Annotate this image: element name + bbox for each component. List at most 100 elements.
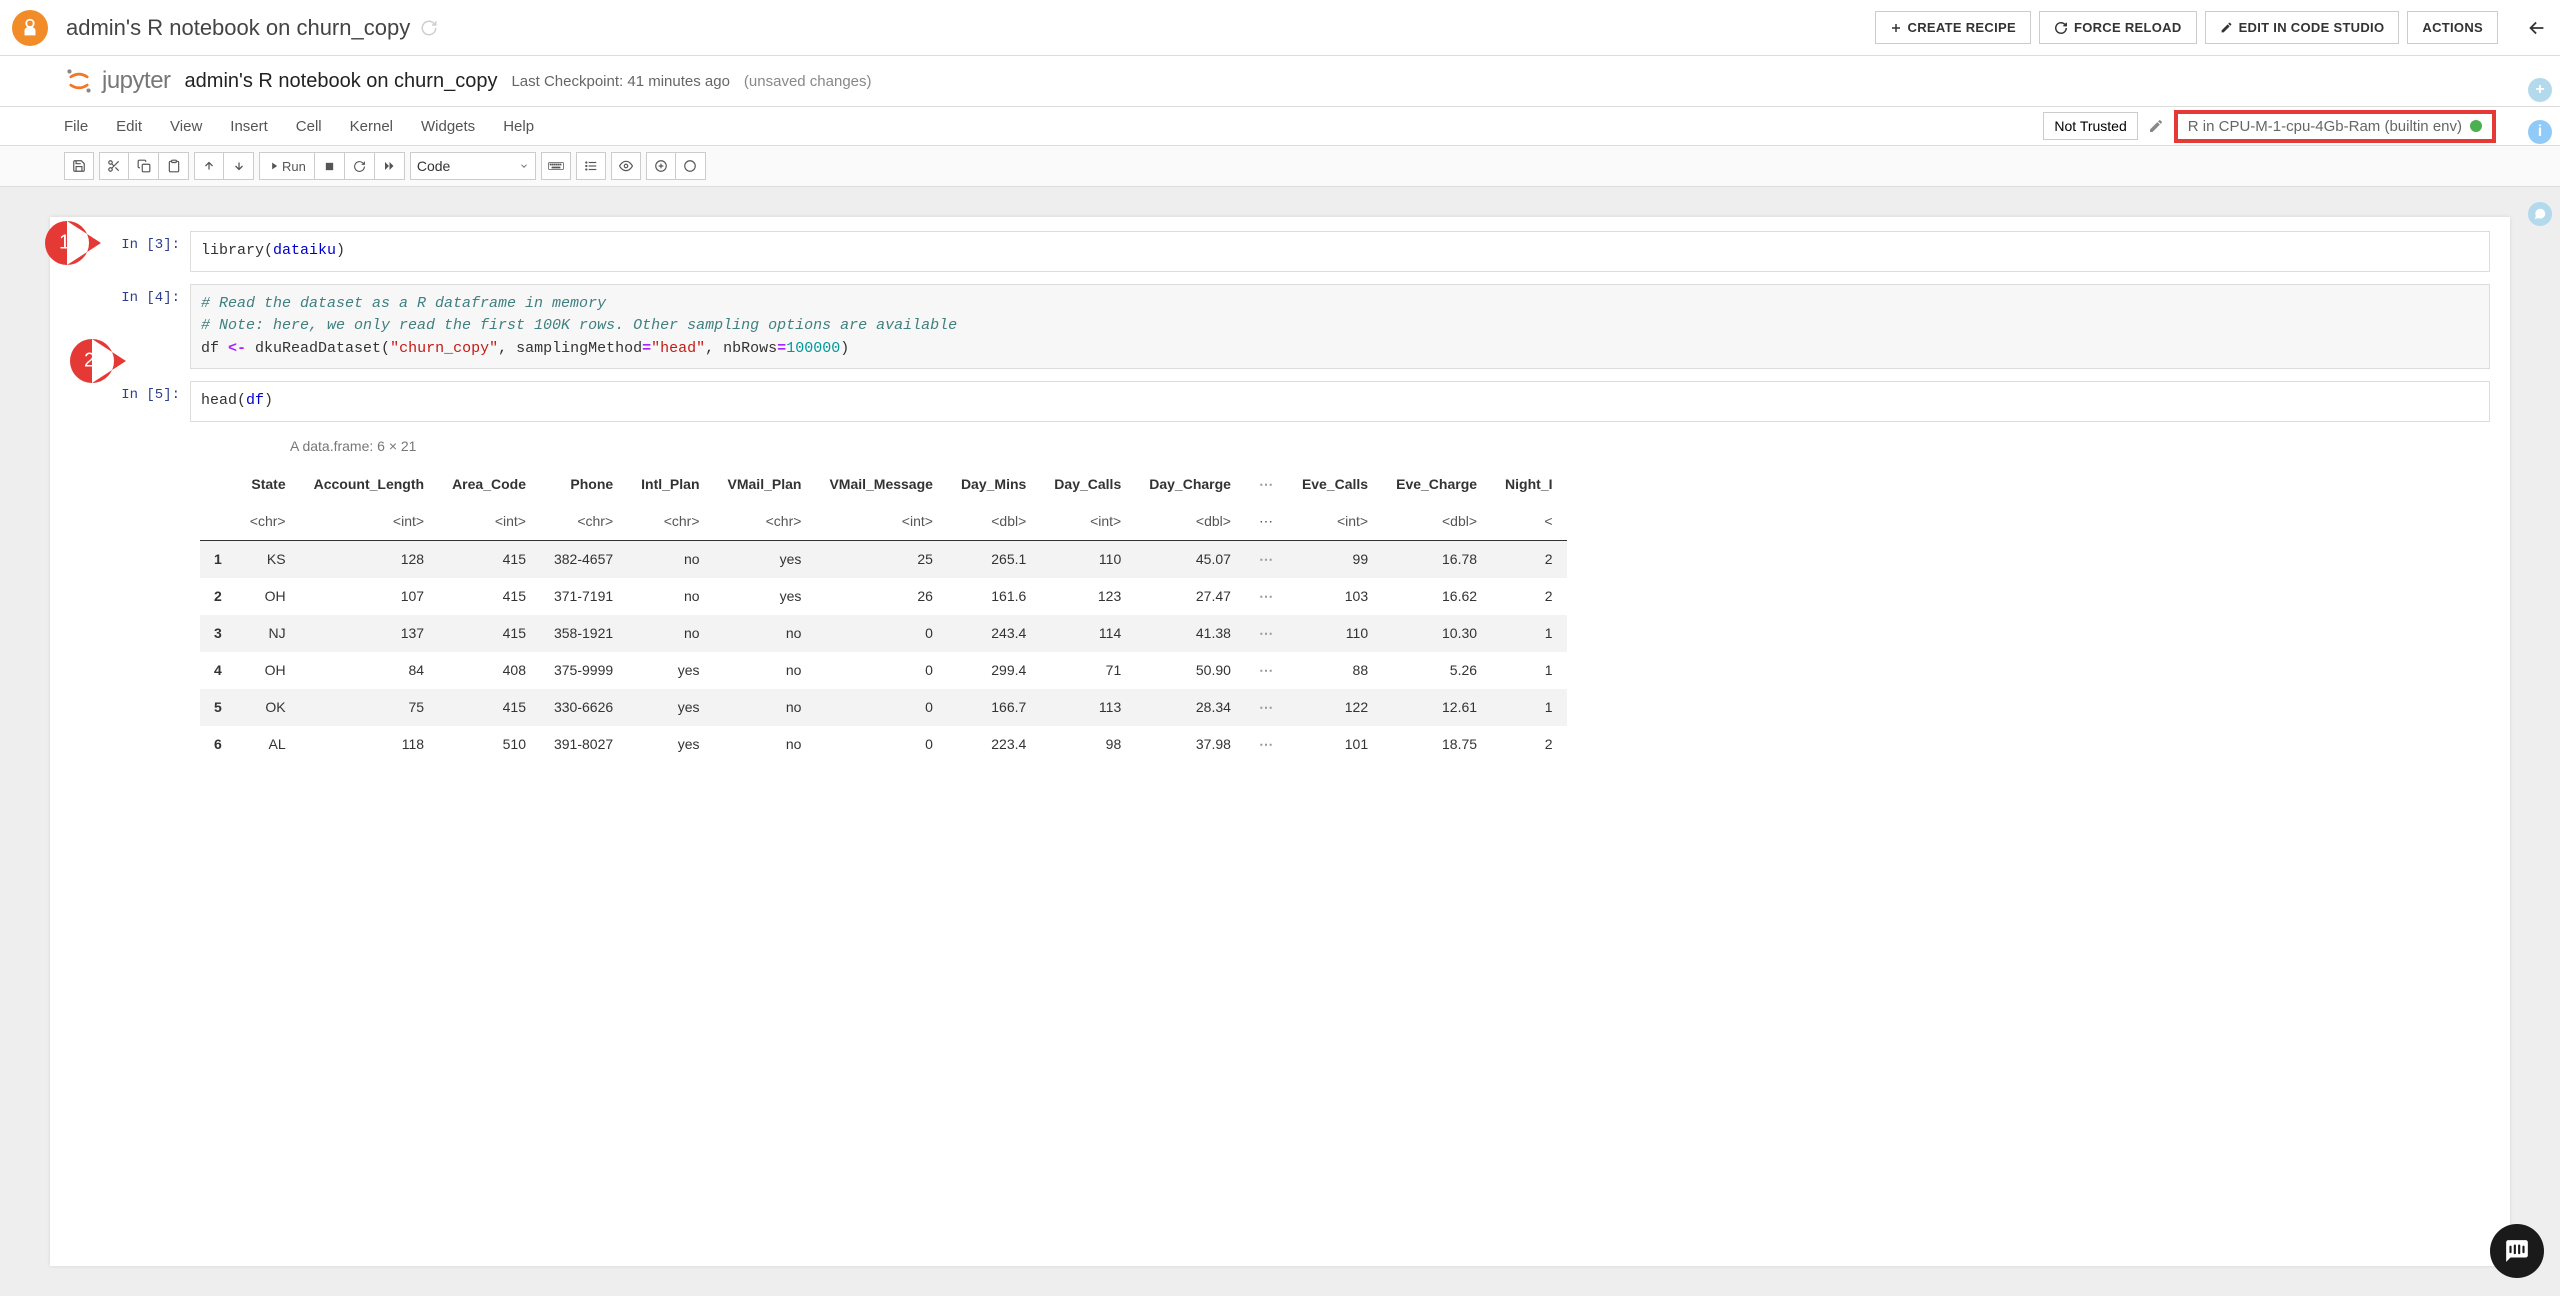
code-input-5[interactable]: head(df) (190, 381, 2490, 422)
outputs-button[interactable] (576, 152, 606, 180)
notebook-name[interactable]: admin's R notebook on churn_copy (185, 70, 498, 93)
copy-icon (137, 159, 151, 173)
annotation-badge-1: 1 (45, 221, 101, 265)
right-rail: + i (2528, 78, 2552, 226)
rail-chat-icon[interactable] (2528, 202, 2552, 226)
actions-label: ACTIONS (2422, 20, 2483, 35)
table-row: 1KS128415382-4657noyes25265.111045.07⋯99… (200, 540, 1567, 578)
notebook-title-text: admin's R notebook on churn_copy (66, 15, 410, 41)
code-cell-5[interactable]: In [5]: head(df) (50, 377, 2510, 426)
run-icon (268, 161, 278, 171)
unsaved-indicator: (unsaved changes) (744, 73, 872, 90)
cut-button[interactable] (99, 152, 129, 180)
checkpoint-text: Last Checkpoint: 41 minutes ago (511, 73, 729, 90)
cut-icon (107, 159, 121, 173)
force-reload-button[interactable]: FORCE RELOAD (2039, 11, 2197, 44)
notebook-title-bar: admin's R notebook on churn_copy (66, 15, 1875, 41)
jupyter-menu-bar: File Edit View Insert Cell Kernel Widget… (0, 106, 2560, 146)
menu-cell[interactable]: Cell (296, 118, 322, 135)
dataframe-caption: A data.frame: 6 × 21 (290, 438, 2490, 454)
code-input-3[interactable]: library(dataiku) (190, 231, 2490, 272)
create-recipe-button[interactable]: CREATE RECIPE (1875, 11, 2031, 44)
menu-edit[interactable]: Edit (116, 118, 142, 135)
jupyter-header: jupyter admin's R notebook on churn_copy… (0, 56, 2560, 106)
reload-small-icon[interactable] (420, 19, 438, 37)
jupyter-wordmark: jupyter (102, 67, 171, 95)
table-row: 3NJ137415358-1921nono0243.411441.38⋯1101… (200, 615, 1567, 652)
kernel-status-dot-icon (2470, 120, 2482, 132)
run-button[interactable]: Run (259, 152, 315, 180)
code-cell-3[interactable]: In [3]: library(dataiku) (50, 227, 2510, 276)
arrow-down-icon (233, 160, 245, 172)
table-header-row: StateAccount_LengthArea_CodePhoneIntl_Pl… (200, 466, 1567, 503)
save-button[interactable] (64, 152, 94, 180)
menu-insert[interactable]: Insert (230, 118, 268, 135)
edit-studio-label: EDIT IN CODE STUDIO (2239, 20, 2385, 35)
table-row: 5OK75415330-6626yesno0166.711328.34⋯1221… (200, 689, 1567, 726)
not-trusted-button[interactable]: Not Trusted (2043, 112, 2137, 140)
top-buttons-group: CREATE RECIPE FORCE RELOAD EDIT IN CODE … (1875, 11, 2548, 44)
dataiku-logo-icon[interactable] (12, 10, 48, 46)
paste-button[interactable] (159, 152, 189, 180)
annotation-1-number: 1 (59, 232, 70, 255)
arrow-up-icon (203, 160, 215, 172)
jupyter-toolbar: Run Code (0, 146, 2560, 187)
code-cell-4[interactable]: In [4]: # Read the dataset as a R datafr… (50, 280, 2510, 374)
notebook-container: In [3]: library(dataiku) In [4]: # Read … (50, 217, 2510, 1266)
menu-kernel[interactable]: Kernel (350, 118, 393, 135)
rail-info-icon[interactable]: i (2528, 120, 2552, 144)
table-row: 6AL118510391-8027yesno0223.49837.98⋯1011… (200, 726, 1567, 763)
dataiku-top-bar: admin's R notebook on churn_copy CREATE … (0, 0, 2560, 56)
command-palette-button[interactable] (541, 152, 571, 180)
table-body: 1KS128415382-4657noyes25265.111045.07⋯99… (200, 540, 1567, 763)
table-row: 2OH107415371-7191noyes26161.612327.47⋯10… (200, 578, 1567, 615)
restart-icon (353, 160, 366, 173)
copy-button[interactable] (129, 152, 159, 180)
stop-icon (324, 161, 335, 172)
jupyter-logo[interactable]: jupyter (64, 66, 171, 96)
pencil-icon (2220, 21, 2233, 34)
code-input-4[interactable]: # Read the dataset as a R dataframe in m… (190, 284, 2490, 370)
menu-file[interactable]: File (64, 118, 88, 135)
actions-button[interactable]: ACTIONS (2407, 11, 2498, 44)
annotation-2-number: 2 (84, 350, 95, 373)
menu-widgets[interactable]: Widgets (421, 118, 475, 135)
run-label: Run (282, 159, 306, 174)
circle-button[interactable] (676, 152, 706, 180)
interrupt-button[interactable] (315, 152, 345, 180)
rail-plus-icon[interactable]: + (2528, 78, 2552, 102)
jupyter-logo-icon (64, 66, 94, 96)
kernel-name: R in CPU-M-1-cpu-4Gb-Ram (builtin env) (2188, 118, 2462, 135)
force-reload-label: FORCE RELOAD (2074, 20, 2182, 35)
menu-help[interactable]: Help (503, 118, 534, 135)
edit-pencil-icon[interactable] (2148, 118, 2164, 134)
reload-icon (2054, 21, 2068, 35)
table-row: 4OH84408375-9999yesno0299.47150.90⋯885.2… (200, 652, 1567, 689)
create-recipe-label: CREATE RECIPE (1908, 20, 2016, 35)
list-icon (584, 159, 598, 173)
table-type-row: <chr><int><int><chr><chr><chr><int><dbl>… (200, 503, 1567, 541)
variables-button[interactable] (611, 152, 641, 180)
dataframe-table: StateAccount_LengthArea_CodePhoneIntl_Pl… (200, 466, 1567, 763)
plus-circle-icon (654, 159, 668, 173)
plus-circle-button[interactable] (646, 152, 676, 180)
move-up-button[interactable] (194, 152, 224, 180)
cell-type-value: Code (417, 158, 450, 174)
paste-icon (167, 159, 181, 173)
move-down-button[interactable] (224, 152, 254, 180)
plus-icon (1890, 22, 1902, 34)
intercom-chat-button[interactable] (2490, 1224, 2544, 1278)
notebook-scroll-area[interactable]: 1 2 In [3]: library(dataiku) In [4]: # R… (0, 187, 2560, 1296)
eye-icon (619, 159, 633, 173)
cell-type-dropdown[interactable]: Code (410, 152, 536, 180)
back-arrow-icon[interactable] (2526, 17, 2548, 39)
save-icon (72, 159, 86, 173)
edit-code-studio-button[interactable]: EDIT IN CODE STUDIO (2205, 11, 2400, 44)
restart-button[interactable] (345, 152, 375, 180)
chat-bubble-icon (2504, 1238, 2530, 1264)
restart-run-all-button[interactable] (375, 152, 405, 180)
menu-view[interactable]: View (170, 118, 202, 135)
fast-forward-icon (383, 160, 395, 172)
kernel-indicator[interactable]: R in CPU-M-1-cpu-4Gb-Ram (builtin env) (2174, 110, 2496, 143)
output-cell-5: A data.frame: 6 × 21 StateAccount_Length… (190, 430, 2510, 771)
